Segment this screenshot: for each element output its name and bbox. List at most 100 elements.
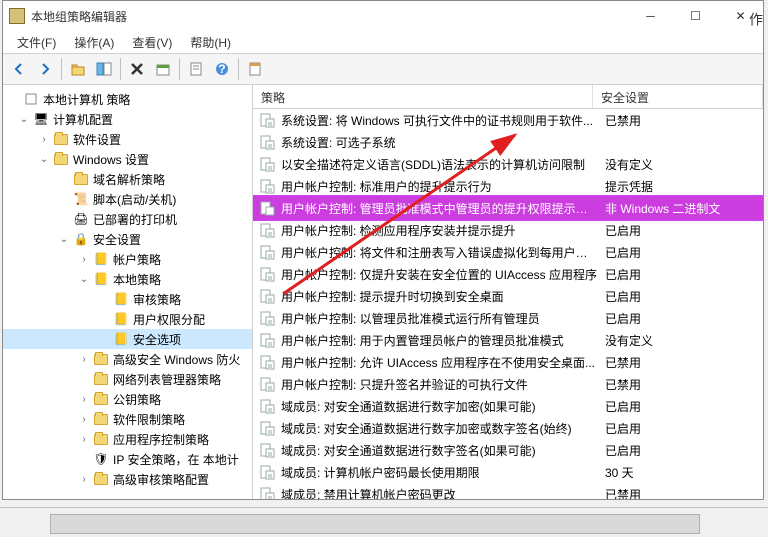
policy-row[interactable]: 用户帐户控制: 仅提升安装在安全位置的 UIAccess 应用程序已启用 <box>253 263 763 285</box>
policy-row[interactable]: 用户帐户控制: 管理员批准模式中管理员的提升权限提示的...非 Windows … <box>253 197 763 219</box>
statusbar-inner <box>50 514 700 534</box>
minimize-button[interactable]: ─ <box>628 1 673 31</box>
policy-icon <box>259 464 275 480</box>
menu-file[interactable]: 文件(F) <box>9 32 64 53</box>
policy-icon <box>259 420 275 436</box>
policy-name: 用户帐户控制: 只提升签名并验证的可执行文件 <box>281 376 597 393</box>
delete-button[interactable] <box>125 57 149 81</box>
tree-scripts[interactable]: 📜脚本(启动/关机) <box>3 189 252 209</box>
policy-name: 系统设置: 将 Windows 可执行文件中的证书规则用于软件... <box>281 112 597 129</box>
maximize-button[interactable]: ☐ <box>673 1 718 31</box>
expander-icon[interactable] <box>7 92 21 106</box>
tree-deployed-printers[interactable]: 🖨已部署的打印机 <box>3 209 252 229</box>
policy-row[interactable]: 域成员: 对安全通道数据进行数字加密或数字签名(始终)已启用 <box>253 417 763 439</box>
column-setting[interactable]: 安全设置 <box>593 85 763 108</box>
expander-icon[interactable]: › <box>77 432 91 446</box>
policy-row[interactable]: 用户帐户控制: 检测应用程序安装并提示提升已启用 <box>253 219 763 241</box>
policy-row[interactable]: 用户帐户控制: 只提升签名并验证的可执行文件已禁用 <box>253 373 763 395</box>
expander-icon[interactable]: › <box>37 132 51 146</box>
toolbar-separator <box>120 58 121 80</box>
tree-windows-settings[interactable]: ⌄Windows 设置 <box>3 149 252 169</box>
tree-computer-config[interactable]: ⌄🖥计算机配置 <box>3 109 252 129</box>
help-button[interactable]: ? <box>210 57 234 81</box>
column-policy[interactable]: 策略 <box>253 85 593 108</box>
tree-label: 帐户策略 <box>113 251 161 268</box>
tree-user-rights[interactable]: 📒用户权限分配 <box>3 309 252 329</box>
tree-label: IP 安全策略，在 本地计 <box>113 451 239 468</box>
expander-icon[interactable]: › <box>77 352 91 366</box>
tree-public-key[interactable]: › 公钥策略 <box>3 389 252 409</box>
expander-icon[interactable]: › <box>77 392 91 406</box>
tree-local-policy[interactable]: ⌄📒本地策略 <box>3 269 252 289</box>
policy-name: 用户帐户控制: 允许 UIAccess 应用程序在不使用安全桌面... <box>281 354 597 371</box>
policy-setting: 已启用 <box>597 244 763 261</box>
policy-row[interactable]: 用户帐户控制: 提示提升时切换到安全桌面已启用 <box>253 285 763 307</box>
tree-panel[interactable]: 本地计算机 策略 ⌄🖥计算机配置 › 软件设置 ⌄Windows 设置 域名解析策… <box>3 85 253 499</box>
menu-action[interactable]: 操作(A) <box>66 32 122 53</box>
expander-icon[interactable]: › <box>77 472 91 486</box>
policy-row[interactable]: 域成员: 对安全通道数据进行数字加密(如果可能)已启用 <box>253 395 763 417</box>
menu-view[interactable]: 查看(V) <box>124 32 180 53</box>
policy-icon <box>259 310 275 326</box>
tree-security-options[interactable]: 📒安全选项 <box>3 329 252 349</box>
back-button[interactable] <box>7 57 31 81</box>
policy-row[interactable]: 系统设置: 将 Windows 可执行文件中的证书规则用于软件...已禁用 <box>253 109 763 131</box>
policy-name: 用户帐户控制: 用于内置管理员帐户的管理员批准模式 <box>281 332 597 349</box>
refresh-button[interactable] <box>184 57 208 81</box>
expander-icon[interactable]: ⌄ <box>57 232 71 246</box>
policy-icon <box>259 398 275 414</box>
tree-label: 网络列表管理器策略 <box>113 371 221 388</box>
menu-help[interactable]: 帮助(H) <box>182 32 239 53</box>
policy-row[interactable]: 系统设置: 可选子系统 <box>253 131 763 153</box>
expander-icon[interactable]: › <box>77 252 91 266</box>
tree-advanced-audit[interactable]: ›高级审核策略配置 <box>3 469 252 489</box>
tree-label: 公钥策略 <box>113 391 161 408</box>
policy-row[interactable]: 用户帐户控制: 允许 UIAccess 应用程序在不使用安全桌面...已禁用 <box>253 351 763 373</box>
policy-icon <box>259 442 275 458</box>
folder-icon: 📒 <box>93 271 109 287</box>
policy-row[interactable]: 用户帐户控制: 以管理员批准模式运行所有管理员已启用 <box>253 307 763 329</box>
tree-software-restrict[interactable]: ›软件限制策略 <box>3 409 252 429</box>
folder-icon <box>93 431 109 447</box>
expander-icon[interactable]: ⌄ <box>17 112 31 126</box>
policy-row[interactable]: 用户帐户控制: 用于内置管理员帐户的管理员批准模式没有定义 <box>253 329 763 351</box>
tree-software-settings[interactable]: › 软件设置 <box>3 129 252 149</box>
tree-security-settings[interactable]: ⌄🔒安全设置 <box>3 229 252 249</box>
tree-root[interactable]: 本地计算机 策略 <box>3 89 252 109</box>
tree-ip-security[interactable]: 🛡IP 安全策略，在 本地计 <box>3 449 252 469</box>
policy-row[interactable]: 以安全描述符定义语言(SDDL)语法表示的计算机访问限制没有定义 <box>253 153 763 175</box>
forward-button[interactable] <box>33 57 57 81</box>
tree-audit-policy[interactable]: 📒审核策略 <box>3 289 252 309</box>
policy-row[interactable]: 域成员: 禁用计算机帐户密码更改已禁用 <box>253 483 763 499</box>
folder-icon: 📒 <box>113 311 129 327</box>
title-buttons: ─ ☐ ✕ <box>628 1 763 31</box>
policy-name: 域成员: 对安全通道数据进行数字加密(如果可能) <box>281 398 597 415</box>
export-button[interactable] <box>151 57 175 81</box>
tree-advanced-firewall[interactable]: ›高级安全 Windows 防火 <box>3 349 252 369</box>
properties-button[interactable] <box>243 57 267 81</box>
tree-label: 域名解析策略 <box>93 171 165 188</box>
tree-label: 软件设置 <box>73 131 121 148</box>
expander-icon[interactable]: › <box>77 412 91 426</box>
folder-icon <box>73 171 89 187</box>
tree-dns-policy[interactable]: 域名解析策略 <box>3 169 252 189</box>
policy-row[interactable]: 用户帐户控制: 标准用户的提升提示行为提示凭据 <box>253 175 763 197</box>
policy-icon <box>259 244 275 260</box>
policy-name: 系统设置: 可选子系统 <box>281 134 597 151</box>
policy-row[interactable]: 域成员: 对安全通道数据进行数字签名(如果可能)已启用 <box>253 439 763 461</box>
folder-icon <box>93 351 109 367</box>
up-button[interactable] <box>66 57 90 81</box>
policy-icon <box>259 266 275 282</box>
expander-icon[interactable]: ⌄ <box>77 272 91 286</box>
toolbar: ? <box>3 53 763 85</box>
show-hide-tree-button[interactable] <box>92 57 116 81</box>
tree-app-control[interactable]: ›应用程序控制策略 <box>3 429 252 449</box>
tree-network-list[interactable]: 网络列表管理器策略 <box>3 369 252 389</box>
tree-account-policy[interactable]: ›📒帐户策略 <box>3 249 252 269</box>
list-rows[interactable]: 系统设置: 将 Windows 可执行文件中的证书规则用于软件...已禁用系统设… <box>253 109 763 499</box>
policy-icon <box>259 376 275 392</box>
policy-row[interactable]: 用户帐户控制: 将文件和注册表写入错误虚拟化到每用户位置已启用 <box>253 241 763 263</box>
expander-icon[interactable]: ⌄ <box>37 152 51 166</box>
policy-name: 用户帐户控制: 标准用户的提升提示行为 <box>281 178 597 195</box>
policy-row[interactable]: 域成员: 计算机帐户密码最长使用期限30 天 <box>253 461 763 483</box>
